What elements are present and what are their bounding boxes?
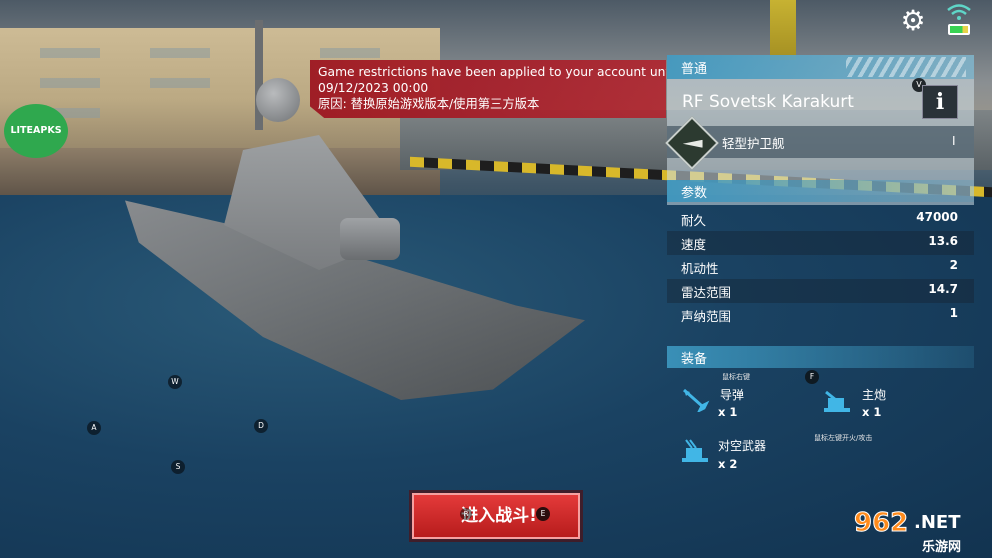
main-gun-label: 主炮 <box>862 388 887 402</box>
stat-label: 耐久 <box>681 213 707 228</box>
battery-icon <box>948 24 970 35</box>
liteapks-logo: LITEAPKS <box>4 104 68 158</box>
ship-turret <box>340 218 400 260</box>
missile-label: 导弹 <box>720 388 745 402</box>
site-watermark: 962 .NET 乐游网 <box>852 508 992 556</box>
stat-value: 2 <box>949 258 958 272</box>
key-e: E <box>536 507 550 521</box>
quay-wall <box>0 148 440 198</box>
dock-crane <box>770 0 796 60</box>
stat-label: 声纳范围 <box>681 309 732 324</box>
restriction-line-1: Game restrictions have been applied to y… <box>318 65 678 79</box>
key-a[interactable]: A <box>87 421 101 435</box>
restriction-line-2: 09/12/2023 00:00 <box>318 81 429 95</box>
main-gun-hotkey: F <box>805 370 819 384</box>
restriction-banner: Game restrictions have been applied to y… <box>310 60 666 118</box>
stat-label: 雷达范围 <box>681 285 732 300</box>
enter-battle-button[interactable]: 进入战斗! <box>412 493 580 539</box>
stat-value: 13.6 <box>928 234 958 248</box>
key-d[interactable]: D <box>254 419 268 433</box>
missile-hint: 鼠标右键 <box>722 373 750 381</box>
key-s[interactable]: S <box>171 460 185 474</box>
stat-value: 47000 <box>916 210 958 224</box>
ship-class-value: I <box>952 134 956 148</box>
stat-row-sonar: 声纳范围 1 <box>667 303 974 327</box>
missile-icon[interactable] <box>680 386 710 412</box>
ship-class-label: 轻型护卫舰 <box>722 136 785 151</box>
stat-row-radar: 雷达范围 14.7 <box>667 279 974 303</box>
stat-value: 14.7 <box>928 282 958 296</box>
main-gun-hint: 鼠标左键开火/攻击 <box>814 434 873 442</box>
info-button[interactable]: i <box>922 85 958 119</box>
aa-gun-icon[interactable] <box>680 438 710 464</box>
tier-header: 普通 <box>667 55 974 79</box>
stat-value: 1 <box>949 306 958 320</box>
aa-count: x 2 <box>718 457 738 471</box>
ship-name: RF Sovetsk Karakurt <box>682 92 854 112</box>
tier-label: 普通 <box>681 62 708 77</box>
stat-label: 机动性 <box>681 261 719 276</box>
stat-row-speed: 速度 13.6 <box>667 231 974 255</box>
watermark-number: 962 <box>853 508 909 539</box>
stat-row-durability: 耐久 47000 <box>667 207 974 231</box>
aa-label: 对空武器 <box>718 439 767 453</box>
key-w[interactable]: W <box>168 375 182 389</box>
restriction-line-3: 原因: 替换原始游戏版本/使用第三方版本 <box>318 97 540 111</box>
params-header: 参数 <box>667 180 974 202</box>
settings-gear-icon[interactable]: ⚙ <box>898 6 928 36</box>
watermark-cn: 乐游网 <box>922 540 962 555</box>
stat-label: 速度 <box>681 237 707 252</box>
missile-count: x 1 <box>718 405 738 419</box>
header-stripes <box>846 57 966 77</box>
main-gun-icon[interactable] <box>822 388 852 414</box>
stat-row-maneuverability: 机动性 2 <box>667 255 974 279</box>
equipment-header: 装备 <box>667 346 974 368</box>
wifi-icon <box>947 4 971 20</box>
watermark-net: .NET <box>914 512 961 533</box>
key-r: R <box>460 508 472 520</box>
main-gun-count: x 1 <box>862 405 882 419</box>
ship-radome <box>256 78 300 122</box>
